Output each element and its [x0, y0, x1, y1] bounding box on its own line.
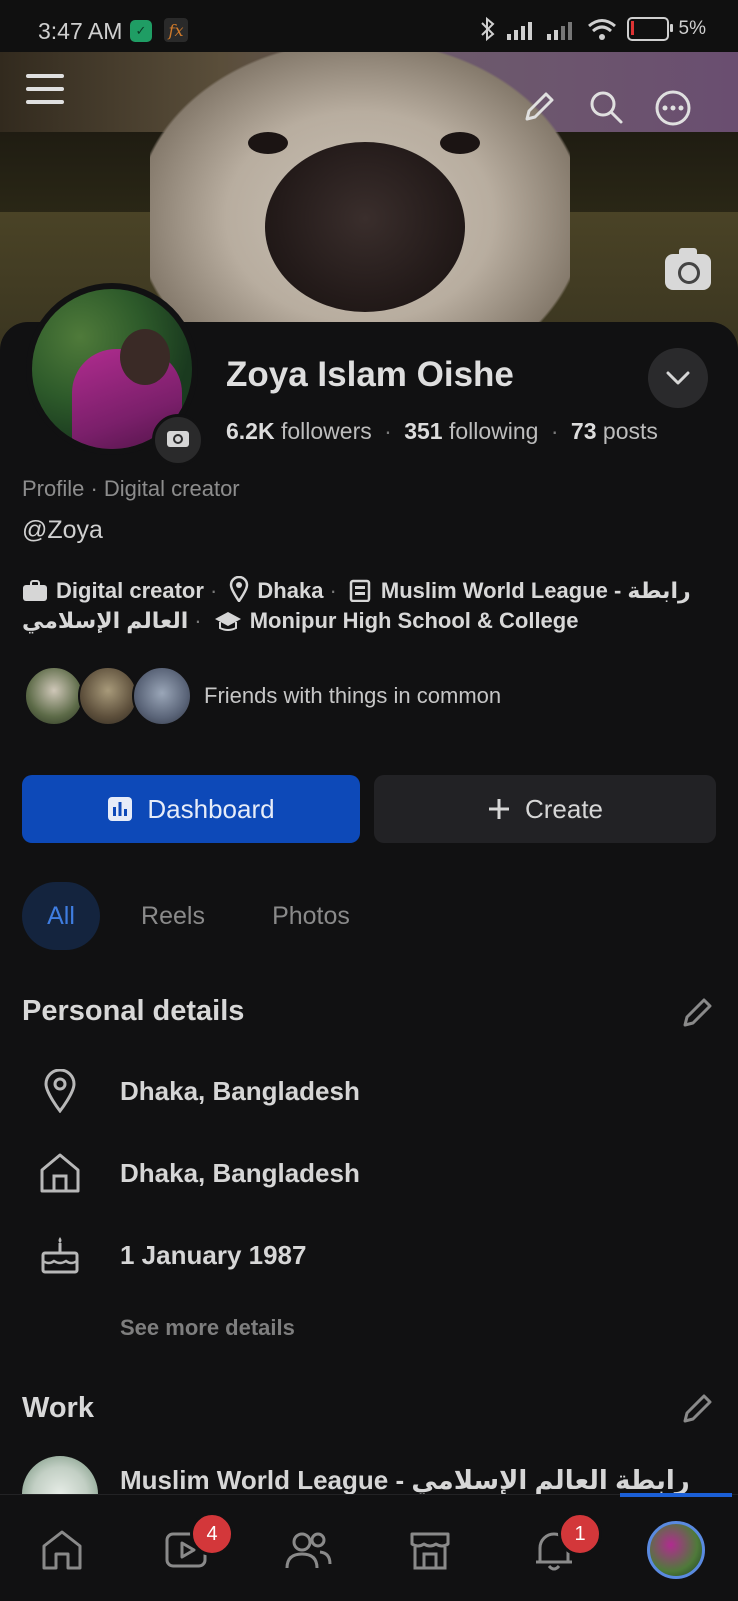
tab-all[interactable]: All — [22, 882, 100, 950]
avatar-camera-button[interactable] — [152, 414, 204, 466]
status-indicators: 5% — [479, 16, 706, 42]
plus-icon — [488, 799, 509, 819]
work-title: Work — [22, 1392, 94, 1424]
posts-count: 73 — [570, 418, 597, 444]
followers-count[interactable]: 6.2K — [226, 418, 275, 444]
hamburger-menu-icon[interactable] — [26, 70, 64, 108]
friend-avatar — [24, 666, 84, 726]
intro-line-2: العالم الإسلامي · Monipur High School & C… — [22, 608, 579, 633]
posts-label: posts — [602, 418, 658, 444]
see-more-details-link[interactable]: See more details — [120, 1315, 295, 1341]
marketplace-icon — [410, 1532, 450, 1570]
separator: · — [384, 418, 392, 444]
intro-workplace-line1: Muslim World League - رابطة — [380, 578, 691, 603]
nav-marketplace[interactable] — [400, 1520, 460, 1580]
birthday-cake-icon — [41, 1237, 79, 1274]
edit-work-icon[interactable] — [680, 1392, 714, 1426]
profile-avatar — [647, 1521, 705, 1579]
bottom-navigation — [0, 1494, 738, 1601]
following-label[interactable]: following — [449, 418, 539, 444]
friend-avatar — [78, 666, 138, 726]
detail-birthday: 1 January 1987 — [36, 1230, 306, 1280]
shield-icon: ✓ — [130, 20, 152, 42]
nav-profile[interactable] — [646, 1520, 706, 1580]
profile-stats: 6.2K followers · 351 following · 73 post… — [226, 418, 658, 445]
bluetooth-icon — [480, 16, 495, 42]
chevron-down-icon — [666, 371, 690, 385]
status-time: 3:47 AM — [38, 18, 123, 44]
dashboard-button[interactable]: Dashboard — [22, 775, 360, 843]
friend-avatar — [132, 666, 192, 726]
dashboard-label: Dashboard — [147, 793, 275, 824]
briefcase-icon — [23, 580, 47, 601]
more-options-icon[interactable] — [654, 89, 692, 127]
tab-reels[interactable]: Reels — [128, 882, 218, 950]
pencil-icon[interactable] — [522, 90, 556, 124]
battery-percent: 5% — [678, 18, 706, 39]
active-tab-indicator — [620, 1493, 732, 1497]
intro-location: Dhaka — [257, 578, 324, 603]
friends-text: Friends with things in common — [204, 683, 502, 708]
detail-hometown: Dhaka, Bangladesh — [36, 1148, 360, 1198]
signal-icon — [506, 22, 532, 40]
search-icon[interactable] — [588, 89, 624, 125]
home-icon — [40, 1153, 80, 1193]
intro-category: Digital creator — [56, 578, 204, 603]
wifi-icon — [587, 19, 616, 40]
fx-icon: fx — [164, 18, 188, 42]
signal-icon-2 — [546, 22, 572, 40]
nav-friends[interactable] — [278, 1520, 338, 1580]
edit-personal-details-icon[interactable] — [680, 996, 714, 1030]
profile-type: Profile · Digital creator — [22, 476, 240, 501]
profile-dropdown-button[interactable] — [648, 348, 708, 408]
camera-icon — [167, 431, 189, 447]
hometown-text: Dhaka, Bangladesh — [120, 1157, 360, 1188]
mutual-friends-row[interactable]: Friends with things in common — [24, 666, 501, 726]
profile-name: Zoya Islam Oishe — [226, 355, 514, 394]
create-label: Create — [524, 793, 604, 824]
location-pin-icon — [230, 576, 249, 602]
birthday-text: 1 January 1987 — [120, 1239, 307, 1270]
workplace-icon — [349, 579, 371, 602]
video-badge: 4 — [190, 1512, 234, 1556]
create-button[interactable]: Create — [374, 775, 716, 843]
friends-icon — [285, 1532, 332, 1569]
followers-label[interactable]: followers — [281, 418, 372, 444]
tab-photos[interactable]: Photos — [256, 882, 366, 950]
detail-current-city: Dhaka, Bangladesh — [36, 1066, 360, 1116]
home-icon — [42, 1530, 82, 1570]
intro-school: Monipur High School & College — [249, 608, 579, 633]
camera-icon[interactable] — [665, 248, 711, 290]
battery-icon — [626, 17, 673, 41]
nav-home[interactable] — [32, 1520, 92, 1580]
personal-details-title: Personal details — [22, 995, 245, 1027]
status-bar: 3:47 AM ✓ fx 5% — [0, 0, 738, 52]
work-employer[interactable]: Muslim World League - رابطة العالم الإسل… — [120, 1465, 690, 1496]
location-pin-icon — [44, 1069, 76, 1113]
current-city-text: Dhaka, Bangladesh — [120, 1075, 360, 1106]
following-count[interactable]: 351 — [404, 418, 442, 444]
intro-line-1: Digital creator · Dhaka · Muslim World Lea… — [22, 576, 691, 604]
graduation-cap-icon — [214, 612, 241, 631]
profile-handle: @Zoya — [22, 516, 103, 544]
dashboard-icon — [108, 797, 133, 821]
intro-workplace-line2: العالم الإسلامي — [22, 608, 189, 633]
notifications-badge: 1 — [558, 1512, 602, 1556]
separator: · — [550, 418, 559, 444]
